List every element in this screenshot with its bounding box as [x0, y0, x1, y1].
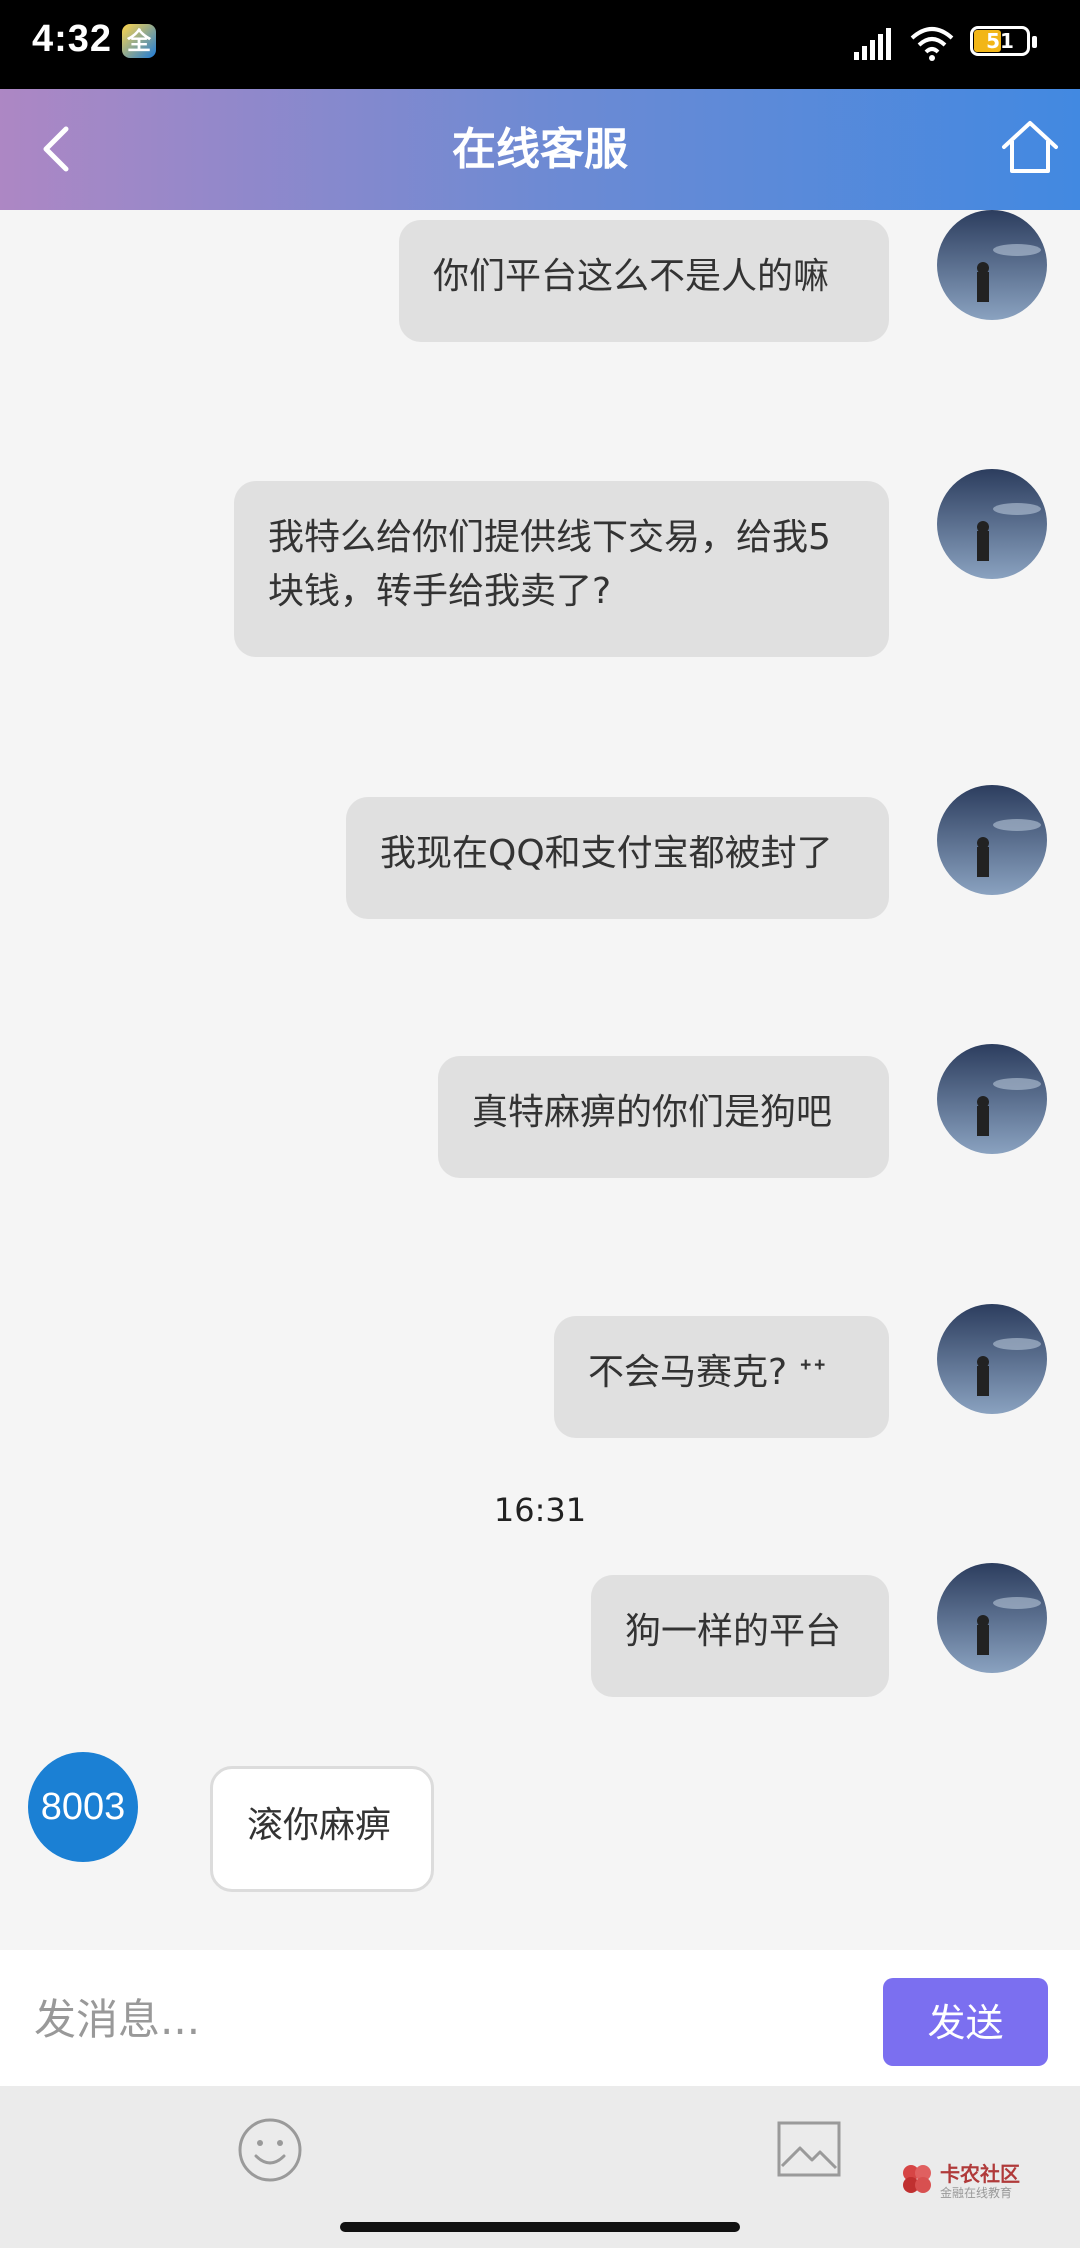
user-avatar-image	[937, 1563, 1047, 1673]
user-avatar[interactable]	[937, 210, 1047, 320]
composer-bar: 发送	[0, 1950, 1080, 2086]
message-input[interactable]	[32, 1980, 856, 2058]
user-avatar[interactable]	[937, 469, 1047, 579]
battery-icon: 51	[970, 26, 1040, 60]
watermark-logo: 卡农社区 金融在线教育	[900, 2158, 1060, 2202]
home-icon[interactable]	[998, 115, 1062, 179]
timestamp: 16:31	[493, 1491, 587, 1529]
battery-level: 51	[986, 29, 1014, 53]
user-avatar[interactable]	[937, 785, 1047, 895]
user-avatar[interactable]	[937, 1563, 1047, 1673]
watermark-icon	[903, 2165, 931, 2193]
message-bubble: 我现在QQ和支付宝都被封了	[346, 797, 889, 919]
send-button[interactable]: 发送	[883, 1978, 1048, 2066]
wifi-icon	[910, 27, 954, 61]
app-badge-icon: 全	[122, 24, 156, 58]
watermark-title: 卡农社区	[940, 2162, 1020, 2186]
home-indicator[interactable]	[340, 2222, 740, 2232]
watermark-subtitle: 金融在线教育	[940, 2186, 1013, 2200]
user-avatar-image	[937, 210, 1047, 320]
emoji-icon[interactable]	[236, 2116, 304, 2184]
signal-icon	[854, 28, 891, 60]
user-avatar[interactable]	[937, 1044, 1047, 1154]
message-bubble: 我特么给你们提供线下交易，给我5块钱，转手给我卖了?	[234, 481, 889, 657]
user-avatar-image	[937, 1304, 1047, 1414]
status-time: 4:32	[32, 18, 113, 60]
status-bar: 4:32 全 51	[0, 0, 1080, 89]
user-avatar-image	[937, 469, 1047, 579]
image-icon[interactable]	[776, 2120, 842, 2178]
message-bubble: 狗一样的平台	[591, 1575, 889, 1697]
message-bubble: 你们平台这么不是人的嘛	[399, 220, 889, 342]
message-bubble: 不会马赛克? ᐩᐩ	[554, 1316, 889, 1438]
agent-avatar[interactable]: 8003	[28, 1752, 138, 1862]
user-avatar-image	[937, 1044, 1047, 1154]
message-list[interactable]: 你们平台这么不是人的嘛 我特么给你们提供线下交易，给我5块钱，转手给我卖了? 我…	[0, 210, 1080, 1950]
page-title: 在线客服	[452, 124, 628, 175]
user-avatar-image	[937, 785, 1047, 895]
message-bubble-agent: 滚你麻痹	[210, 1766, 434, 1892]
header-bar: 在线客服	[0, 89, 1080, 210]
message-bubble: 真特麻痹的你们是狗吧	[438, 1056, 889, 1178]
input-toolbar: 卡农社区 金融在线教育	[0, 2086, 1080, 2248]
user-avatar[interactable]	[937, 1304, 1047, 1414]
